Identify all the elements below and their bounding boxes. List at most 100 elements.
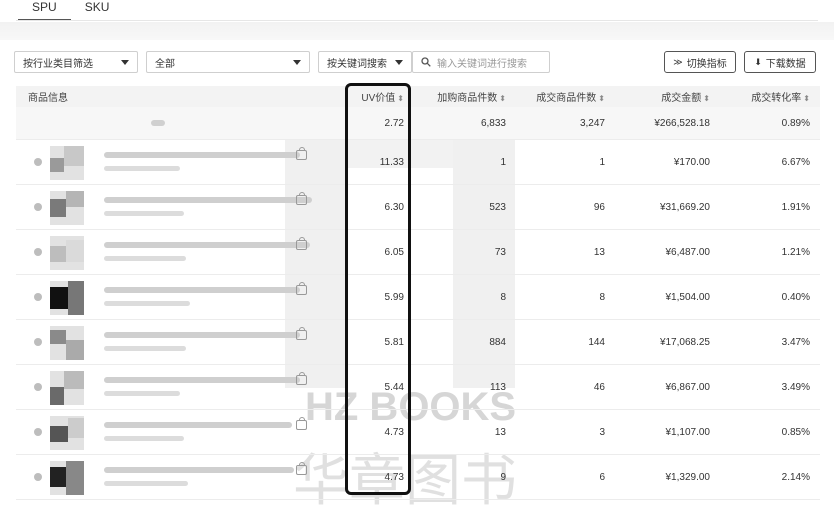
keyword-mode-select[interactable]: 按关键词搜索 bbox=[318, 51, 412, 73]
table-row[interactable]: 6.30 523 96 ¥31,669.20 1.91% bbox=[16, 185, 820, 230]
row-select-icon[interactable] bbox=[34, 383, 42, 391]
amount-value: ¥1,107.00 bbox=[665, 426, 711, 438]
table-row[interactable]: 11.33 1 1 ¥170.00 6.67% bbox=[16, 140, 820, 185]
shopping-bag-icon[interactable] bbox=[296, 462, 307, 475]
product-table: 商品信息 UV价值 ⬍ 加购商品件数 ⬍ 成交商品件数 ⬍ 成交金额 ⬍ 成交转化率 ⬍ … bbox=[16, 86, 820, 500]
shopping-bag-icon[interactable] bbox=[296, 237, 307, 250]
shopping-bag-icon[interactable] bbox=[296, 417, 307, 430]
header-conversion-rate[interactable]: 成交转化率 ⬍ bbox=[720, 89, 820, 104]
category-value-label: 全部 bbox=[155, 58, 175, 70]
header-cart-count[interactable]: 加购商品件数 ⬍ bbox=[414, 89, 516, 104]
product-info-cell bbox=[16, 455, 332, 499]
row-select-icon[interactable] bbox=[34, 473, 42, 481]
shopping-bag-icon[interactable] bbox=[296, 192, 307, 205]
conversion-rate: 2.14% bbox=[781, 471, 810, 483]
blurred-product-title bbox=[104, 287, 300, 293]
amount-value: ¥1,504.00 bbox=[665, 291, 711, 303]
header-product-info: 商品信息 bbox=[28, 93, 68, 104]
uv-value: 6.30 bbox=[384, 201, 404, 213]
product-thumbnail[interactable] bbox=[50, 371, 84, 405]
chevron-down-icon bbox=[395, 60, 403, 65]
blurred-product-title bbox=[104, 242, 310, 248]
blurred-product-title bbox=[104, 332, 300, 338]
row-select-icon[interactable] bbox=[34, 293, 42, 301]
cart-count: 884 bbox=[489, 336, 506, 348]
sold-count: 6 bbox=[599, 471, 605, 483]
blurred-product-title bbox=[104, 377, 300, 383]
summary-sold: 3,247 bbox=[579, 117, 605, 129]
row-select-icon[interactable] bbox=[34, 428, 42, 436]
header-amount[interactable]: 成交金额 ⬍ bbox=[615, 89, 720, 104]
chevron-down-icon bbox=[121, 60, 129, 65]
uv-value: 4.73 bbox=[384, 426, 404, 438]
row-select-icon[interactable] bbox=[34, 338, 42, 346]
category-filter-select[interactable]: 按行业类目筛选 bbox=[14, 51, 138, 73]
category-value-select[interactable]: 全部 bbox=[146, 51, 310, 73]
switch-metrics-button[interactable]: ≫ 切换指标 bbox=[664, 51, 736, 73]
table-row[interactable]: 6.05 73 13 ¥6,487.00 1.21% bbox=[16, 230, 820, 275]
double-chevron-down-icon: ≫ bbox=[673, 56, 683, 67]
shopping-bag-icon[interactable] bbox=[296, 282, 307, 295]
sold-count: 1 bbox=[599, 156, 605, 168]
sold-count: 8 bbox=[599, 291, 605, 303]
summary-amount: ¥266,528.18 bbox=[654, 117, 710, 129]
blurred-product-id bbox=[104, 436, 184, 441]
row-select-icon[interactable] bbox=[34, 158, 42, 166]
table-row[interactable]: 4.73 9 6 ¥1,329.00 2.14% bbox=[16, 455, 820, 500]
blurred-product-title bbox=[104, 467, 294, 473]
table-row[interactable]: 5.44 113 46 ¥6,867.00 3.49% bbox=[16, 365, 820, 410]
section-separator bbox=[0, 22, 834, 40]
product-info-cell bbox=[16, 140, 332, 184]
product-thumbnail[interactable] bbox=[50, 461, 84, 495]
product-thumbnail[interactable] bbox=[50, 236, 84, 270]
cart-count: 13 bbox=[494, 426, 506, 438]
product-thumbnail[interactable] bbox=[50, 326, 84, 360]
row-select-icon[interactable] bbox=[34, 203, 42, 211]
amount-value: ¥6,487.00 bbox=[665, 246, 711, 258]
blurred-product-id bbox=[104, 166, 180, 171]
switch-metrics-label: 切换指标 bbox=[686, 58, 727, 70]
shopping-bag-icon[interactable] bbox=[296, 372, 307, 385]
shopping-bag-icon[interactable] bbox=[296, 327, 307, 340]
shopping-bag-icon[interactable] bbox=[296, 147, 307, 160]
table-row[interactable]: 5.99 8 8 ¥1,504.00 0.40% bbox=[16, 275, 820, 320]
header-cart-label: 加购商品件数 bbox=[437, 93, 498, 104]
keyword-mode-label: 按关键词搜索 bbox=[327, 58, 387, 70]
product-thumbnail[interactable] bbox=[50, 281, 84, 315]
keyword-search-input[interactable]: 输入关键词进行搜索 bbox=[412, 51, 550, 73]
sort-icon: ⬍ bbox=[803, 94, 810, 103]
amount-value: ¥170.00 bbox=[673, 156, 710, 168]
conversion-rate: 1.21% bbox=[781, 246, 810, 258]
search-icon bbox=[421, 57, 431, 67]
blurred-product-id bbox=[104, 481, 188, 486]
row-select-icon[interactable] bbox=[34, 248, 42, 256]
header-sold-count[interactable]: 成交商品件数 ⬍ bbox=[516, 89, 615, 104]
conversion-rate: 0.40% bbox=[781, 291, 810, 303]
summary-label-cell bbox=[16, 107, 332, 139]
blurred-product-id bbox=[104, 391, 180, 396]
product-info-cell bbox=[16, 275, 332, 319]
blurred-text bbox=[151, 120, 165, 126]
uv-value: 5.99 bbox=[384, 291, 404, 303]
sold-count: 13 bbox=[593, 246, 605, 258]
table-row[interactable]: 4.73 13 3 ¥1,107.00 0.85% bbox=[16, 410, 820, 455]
tab-sku[interactable]: SKU bbox=[85, 0, 110, 17]
sold-count: 3 bbox=[599, 426, 605, 438]
download-button[interactable]: ⬇ 下载数据 bbox=[744, 51, 816, 73]
conversion-rate: 0.85% bbox=[781, 426, 810, 438]
conversion-rate: 1.91% bbox=[781, 201, 810, 213]
product-thumbnail[interactable] bbox=[50, 146, 84, 180]
product-thumbnail[interactable] bbox=[50, 191, 84, 225]
blurred-product-title bbox=[104, 197, 312, 203]
header-rate-label: 成交转化率 bbox=[751, 93, 802, 104]
download-label: 下载数据 bbox=[765, 58, 806, 70]
table-row[interactable]: 5.81 884 144 ¥17,068.25 3.47% bbox=[16, 320, 820, 365]
product-info-cell bbox=[16, 185, 332, 229]
product-info-cell bbox=[16, 365, 332, 409]
tab-bar: SPU SKU bbox=[0, 0, 834, 22]
tab-spu[interactable]: SPU bbox=[18, 0, 71, 21]
product-info bbox=[28, 140, 332, 184]
product-thumbnail[interactable] bbox=[50, 416, 84, 450]
tab-divider bbox=[16, 20, 818, 21]
header-uv-value[interactable]: UV价值 ⬍ bbox=[332, 89, 414, 104]
